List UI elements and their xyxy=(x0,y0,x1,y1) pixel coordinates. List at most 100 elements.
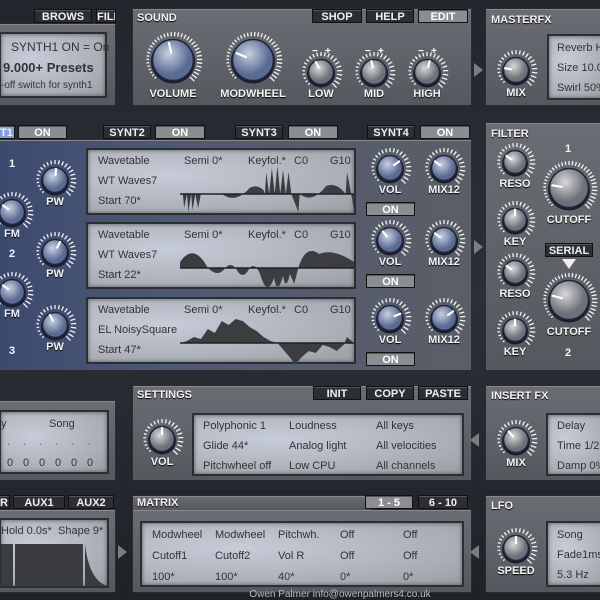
svg-text:−: − xyxy=(312,46,318,57)
help-tab[interactable]: HELP xyxy=(366,9,414,23)
osc-start: Start 47* xyxy=(98,344,141,356)
env-r-tab[interactable]: R xyxy=(0,495,10,509)
env-shape: Shape 9* xyxy=(58,525,104,537)
settings-value: All velocities xyxy=(376,440,437,452)
arrow-left-icon xyxy=(470,545,479,559)
settings-value: Glide 44* xyxy=(203,440,249,452)
settings-value: All keys xyxy=(376,420,414,432)
edit-tab[interactable]: EDIT xyxy=(418,9,468,23)
aux1-tab[interactable]: AUX1 xyxy=(13,495,65,509)
oscillator-display[interactable]: Wavetable Semi 0* Keyfol.* C0 G10 WT Wav… xyxy=(86,148,356,215)
synth3-tab[interactable]: SYNT3 xyxy=(235,125,283,139)
matrix-cell: Off xyxy=(340,550,355,562)
brows-tab[interactable]: BROWS xyxy=(34,9,92,23)
file-tab[interactable]: FILE xyxy=(96,9,116,23)
matrix-cell: Vol R xyxy=(278,550,305,562)
synth4-tab[interactable]: SYNT4 xyxy=(367,125,415,139)
settings-vol-label: VOL xyxy=(150,456,174,468)
matrix-cell: Modwheel xyxy=(215,529,266,541)
matrix-page-1-5-tab[interactable]: 1 - 5 xyxy=(365,495,413,509)
svg-text:−: − xyxy=(365,46,371,57)
synth1-on-button[interactable]: ON xyxy=(18,125,67,139)
lfo-speed-label: SPEED xyxy=(497,565,535,577)
matrix-page-6-10-tab[interactable]: 6 - 10 xyxy=(418,495,468,509)
insertfx-display[interactable]: Delay Time 1/2 Damp 0% xyxy=(546,413,600,476)
preset-display[interactable]: SYNTH1 ON = On 9.000+ Presets -off switc… xyxy=(0,32,109,98)
envelope-panel: Hold 0.0s* Shape 9* xyxy=(0,509,116,593)
matrix-display[interactable]: Modwheel Modwheel Pitchwh. Off Off Cutoff1 Cut… xyxy=(140,521,464,587)
waveform-graph xyxy=(180,251,354,288)
settings-display[interactable]: Polyphonic 1 Loudness All keys Glide 44* Ana… xyxy=(192,413,464,476)
arrow-right-icon xyxy=(118,545,127,559)
settings-value: Polyphonic 1 xyxy=(203,420,266,432)
arp-display[interactable]: y Song ...... 000000 xyxy=(0,410,109,474)
masterfx-title: MASTERFX xyxy=(491,14,552,26)
osc-on-button[interactable]: ON xyxy=(366,274,415,288)
settings-value: Pitchwheel off xyxy=(203,460,272,472)
lfo-title: LFO xyxy=(491,500,513,512)
matrix-cell: 0* xyxy=(403,571,414,583)
env-hold: Hold 0.0s* xyxy=(1,525,52,537)
envelope-graph xyxy=(1,544,107,586)
matrix-cell: 100* xyxy=(152,571,175,583)
osc-range-high: G10 xyxy=(330,155,351,167)
preset-line2: 9.000+ Presets xyxy=(3,60,94,75)
synth4-on-button[interactable]: ON xyxy=(420,125,470,139)
osc-type: Wavetable xyxy=(98,304,150,316)
triangle-down-icon xyxy=(562,259,576,269)
modwheel-label: MODWHEEL xyxy=(220,88,286,100)
arp-value: 0 xyxy=(55,457,62,469)
shop-tab[interactable]: SHOP xyxy=(312,9,362,23)
arp-value: 0 xyxy=(7,457,14,469)
synth1-tab[interactable]: T1 xyxy=(0,125,15,139)
init-button[interactable]: INIT xyxy=(313,386,361,400)
matrix-cell: Cutoff2 xyxy=(215,550,251,562)
cutoff2-number: 2 xyxy=(565,347,572,359)
oscillator-display[interactable]: Wavetable Semi 0* Keyfol.* C0 G10 EL Noi… xyxy=(86,297,356,365)
osc-on-button[interactable]: ON xyxy=(366,202,415,216)
matrix-cell: 40* xyxy=(278,571,295,583)
mix12-label: MIX12 xyxy=(428,256,460,268)
matrix-panel: MATRIX Modwheel Modwheel Pitchwh. Off Off Cut… xyxy=(132,498,472,593)
lfo-line: 5.3 Hz xyxy=(557,569,589,581)
high-label: HIGH xyxy=(413,88,441,100)
copy-button[interactable]: COPY xyxy=(366,386,414,400)
insertfx-line: Delay xyxy=(557,420,586,432)
osc-on-button[interactable]: ON xyxy=(366,352,415,366)
oscillator-display[interactable]: Wavetable Semi 0* Keyfol.* C0 G10 WT Wav… xyxy=(86,222,356,289)
paste-button[interactable]: PASTE xyxy=(418,386,468,400)
synth2-tab[interactable]: SYNT2 xyxy=(103,125,151,139)
settings-value: Low CPU xyxy=(289,460,336,472)
osc-start: Start 22* xyxy=(98,269,141,281)
envelope-display[interactable]: Hold 0.0s* Shape 9* xyxy=(0,518,109,588)
settings-value: Loudness xyxy=(289,420,337,432)
lfo-display[interactable]: Song Fade1ms 5.3 Hz xyxy=(546,521,600,587)
settings-title: SETTINGS xyxy=(137,389,193,401)
waveform-graph xyxy=(180,166,354,212)
arp-col1: y xyxy=(1,418,7,430)
synth2-on-button[interactable]: ON xyxy=(155,125,205,139)
osc-wave: WT Waves7 xyxy=(98,249,158,261)
masterfx-display[interactable]: Reverb H Size 10.0 Swirl 50% xyxy=(547,34,600,100)
aux2-tab[interactable]: AUX2 xyxy=(68,495,114,509)
arp-panel: y Song ...... 000000 xyxy=(0,400,116,481)
arp-value: 0 xyxy=(71,457,78,469)
cutoff2-label: CUTOFF xyxy=(546,326,592,338)
arrow-left-icon xyxy=(470,433,479,447)
cutoff1-number: 1 xyxy=(565,143,572,155)
svg-text:+: + xyxy=(378,46,384,57)
mix12-label: MIX12 xyxy=(428,184,460,196)
osc-type: Wavetable xyxy=(98,229,150,241)
lfo-line: Song xyxy=(557,529,583,541)
osc-keyfol: Keyfol.* xyxy=(248,155,286,167)
serial-button[interactable]: SERIAL xyxy=(545,243,593,257)
matrix-cell: Off xyxy=(403,529,418,541)
matrix-cell: Cutoff1 xyxy=(152,550,188,562)
svg-text:+: + xyxy=(431,46,437,57)
sound-title: SOUND xyxy=(137,12,177,24)
insertfx-line: Damp 0% xyxy=(557,460,600,472)
synth3-on-button[interactable]: ON xyxy=(288,125,338,139)
masterfx-mix-label: MIX xyxy=(506,87,526,99)
osc-range-low: C0 xyxy=(294,155,309,167)
osc-range-high: G10 xyxy=(330,229,351,241)
